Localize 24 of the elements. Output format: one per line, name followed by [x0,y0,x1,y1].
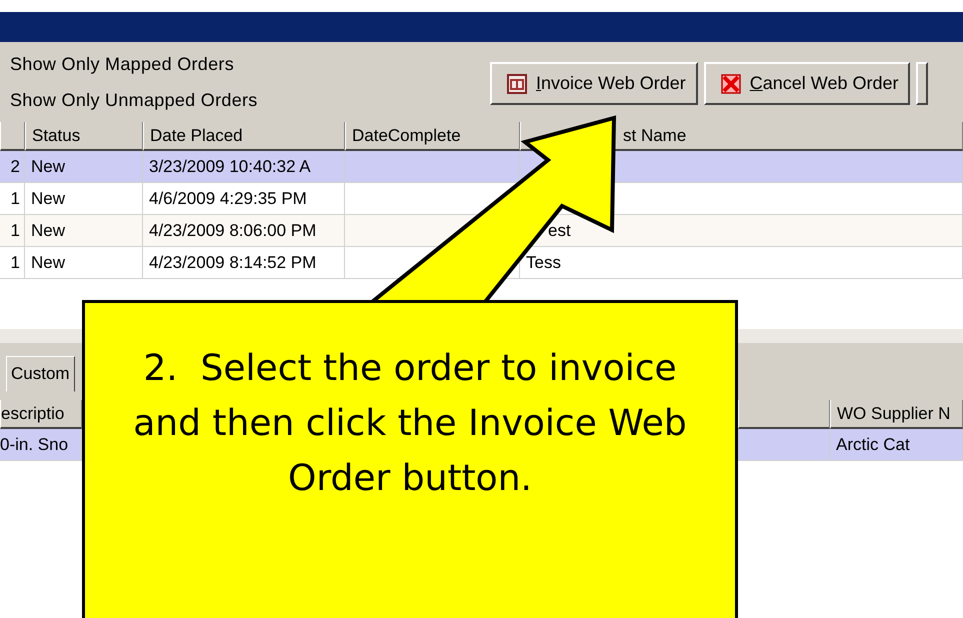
toolbar-button[interactable] [916,62,928,105]
tab[interactable]: Custom [6,356,75,392]
column-header[interactable]: DateComplete [345,122,520,151]
filter-option[interactable]: Show Only Unmapped Orders [10,90,490,111]
cancel-button[interactable]: Cancel Web Order [704,62,910,105]
column-header[interactable]: Date Placed [143,122,345,151]
table-cell: 3/23/2009 10:40:32 A [143,151,345,183]
invoice-button[interactable]: Invoice Web Order [490,62,698,105]
column-header[interactable]: Status [25,122,143,151]
filter-option[interactable]: Show Only Mapped Orders [10,54,490,75]
table-cell: New [25,215,143,247]
cancel-icon [720,72,742,94]
column-header[interactable]: WO Supplier N [830,400,963,429]
table-cell: 4/23/2009 8:06:00 PM [143,215,345,247]
column-header[interactable] [0,122,25,151]
invoice-icon [506,72,528,94]
table-cell: 2 [0,151,25,183]
table-cell: Arctic Cat [830,429,963,461]
callout-text: 2. Select the order to invoice and then click the Invoice Web Order button. [132,347,688,501]
column-header[interactable] [738,400,830,429]
table-cell: New [25,151,143,183]
column-header[interactable]: escriptio [0,400,82,429]
table-cell: 1 [0,215,25,247]
table-cell: 0-in. Sno [0,429,82,461]
